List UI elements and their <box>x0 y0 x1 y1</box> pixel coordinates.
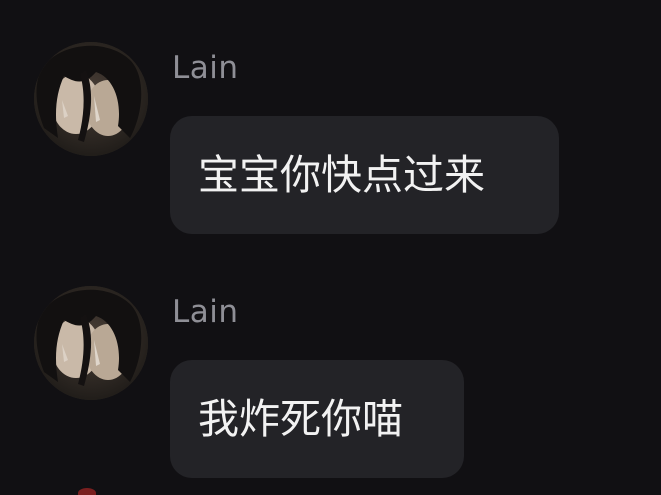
avatar[interactable] <box>34 286 148 400</box>
next-avatar-edge <box>78 488 96 495</box>
chat-view: Lain 宝宝你快点过来 Lain 我炸死你喵 <box>0 0 661 495</box>
message-bubble[interactable]: 宝宝你快点过来 <box>170 116 559 234</box>
message-bubble[interactable]: 我炸死你喵 <box>170 360 464 478</box>
avatar-image <box>34 286 148 400</box>
avatar-image <box>34 42 148 156</box>
avatar[interactable] <box>34 42 148 156</box>
sender-name: Lain <box>172 50 239 86</box>
sender-name: Lain <box>172 294 239 330</box>
